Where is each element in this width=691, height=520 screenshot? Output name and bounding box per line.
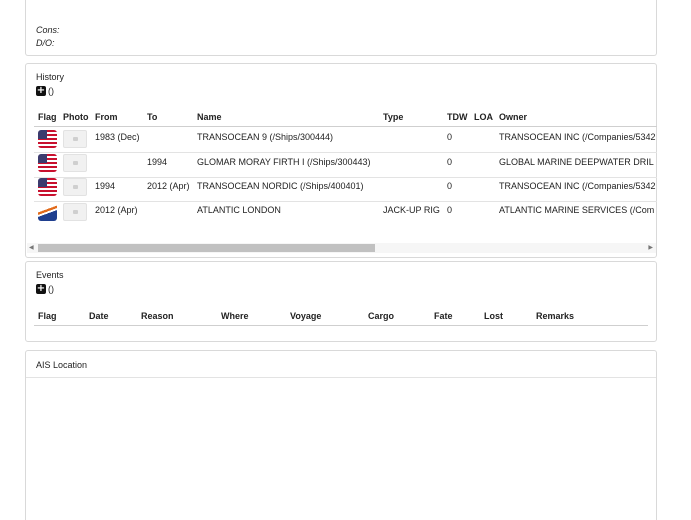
history-tdw: 0 (447, 132, 453, 142)
row-divider (34, 177, 657, 178)
history-owner[interactable]: TRANSOCEAN INC (/Companies/5342 (499, 132, 656, 142)
history-header-owner[interactable]: Owner (499, 112, 527, 122)
us-flag-icon (38, 178, 57, 196)
us-flag-icon (38, 130, 57, 148)
events-header-date[interactable]: Date (89, 311, 109, 321)
events-header-fate[interactable]: Fate (434, 311, 453, 321)
events-header-reason[interactable]: Reason (141, 311, 174, 321)
history-name[interactable]: ATLANTIC LONDON (197, 205, 281, 215)
history-tdw: 0 (447, 157, 453, 167)
do-label: D/O: (36, 38, 55, 48)
events-header-divider (34, 325, 648, 326)
history-type: JACK-UP RIG (383, 205, 440, 215)
history-name[interactable]: GLOMAR MORAY FIRTH I (/Ships/300443) (197, 157, 371, 167)
cons-label: Cons: (36, 25, 60, 35)
history-header-to[interactable]: To (147, 112, 157, 122)
events-header-where[interactable]: Where (221, 311, 249, 321)
history-count: () (48, 85, 54, 96)
events-header-flag[interactable]: Flag (38, 311, 57, 321)
scrollbar-thumb[interactable] (38, 244, 375, 252)
ais-location-panel: AIS Location (25, 350, 657, 520)
history-panel: History + () Flag Photo From To Name Typ… (25, 63, 657, 258)
events-header-lost[interactable]: Lost (484, 311, 503, 321)
photo-placeholder-icon[interactable] (63, 178, 87, 196)
add-history-icon[interactable]: + (36, 85, 46, 96)
ais-location-title: AIS Location (36, 360, 88, 370)
events-title: Events (36, 270, 64, 280)
history-name[interactable]: TRANSOCEAN NORDIC (/Ships/400401) (197, 181, 364, 191)
history-from: 1994 (95, 181, 116, 191)
history-header-type[interactable]: Type (383, 112, 403, 122)
history-owner[interactable]: TRANSOCEAN INC (/Companies/5342 (499, 181, 656, 191)
history-header-name[interactable]: Name (197, 112, 222, 122)
history-table-viewport: History + () Flag Photo From To Name Typ… (26, 64, 657, 244)
history-add: + () (36, 85, 54, 96)
history-to: 1994 (147, 157, 168, 167)
events-header-voyage[interactable]: Voyage (290, 311, 321, 321)
row-divider (34, 201, 657, 202)
history-to: 2012 (Apr) (147, 181, 190, 191)
history-tdw: 0 (447, 181, 453, 191)
us-flag-icon (38, 154, 57, 172)
events-header-remarks[interactable]: Remarks (536, 311, 574, 321)
history-from: 2012 (Apr) (95, 205, 138, 215)
history-name[interactable]: TRANSOCEAN 9 (/Ships/300444) (197, 132, 333, 142)
scroll-right-arrow-icon[interactable]: ▶ (648, 244, 653, 251)
history-header-loa[interactable]: LOA (474, 112, 493, 122)
history-owner[interactable]: ATLANTIC MARINE SERVICES (/Com (499, 205, 654, 215)
ais-map-area[interactable] (26, 378, 656, 518)
history-tdw: 0 (447, 205, 453, 215)
events-panel: Events + () Flag Date Reason Where Voyag… (25, 261, 657, 342)
events-count: () (48, 283, 54, 294)
events-header-cargo[interactable]: Cargo (368, 311, 394, 321)
add-event-icon[interactable]: + (36, 283, 46, 294)
history-header-from[interactable]: From (95, 112, 118, 122)
history-header-tdw[interactable]: TDW (447, 112, 468, 122)
history-horizontal-scrollbar[interactable]: ◀ ▶ (27, 243, 656, 253)
history-title: History (36, 72, 65, 82)
row-divider (34, 152, 657, 153)
history-header-divider (34, 126, 657, 127)
scroll-left-arrow-icon[interactable]: ◀ (29, 244, 34, 251)
history-owner[interactable]: GLOBAL MARINE DEEPWATER DRIL (499, 157, 654, 167)
photo-placeholder-icon[interactable] (63, 203, 87, 221)
history-header-photo[interactable]: Photo (63, 112, 89, 122)
history-header-flag[interactable]: Flag (38, 112, 57, 122)
photo-placeholder-icon[interactable] (63, 130, 87, 148)
marshall-islands-flag-icon (38, 203, 57, 221)
photo-placeholder-icon[interactable] (63, 154, 87, 172)
vessel-details-panel: Cons: D/O: (25, 0, 657, 56)
events-add: + () (36, 283, 54, 294)
history-from: 1983 (Dec) (95, 132, 140, 142)
